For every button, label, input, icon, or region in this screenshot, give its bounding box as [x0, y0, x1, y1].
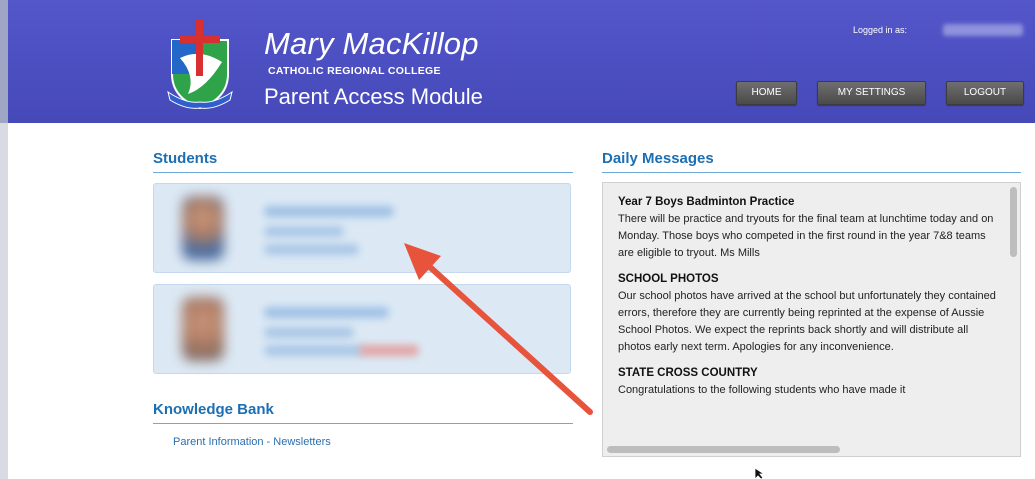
mouse-cursor-icon [754, 467, 766, 479]
annotation-overlay [404, 243, 766, 479]
annotation-arrow [404, 243, 593, 415]
